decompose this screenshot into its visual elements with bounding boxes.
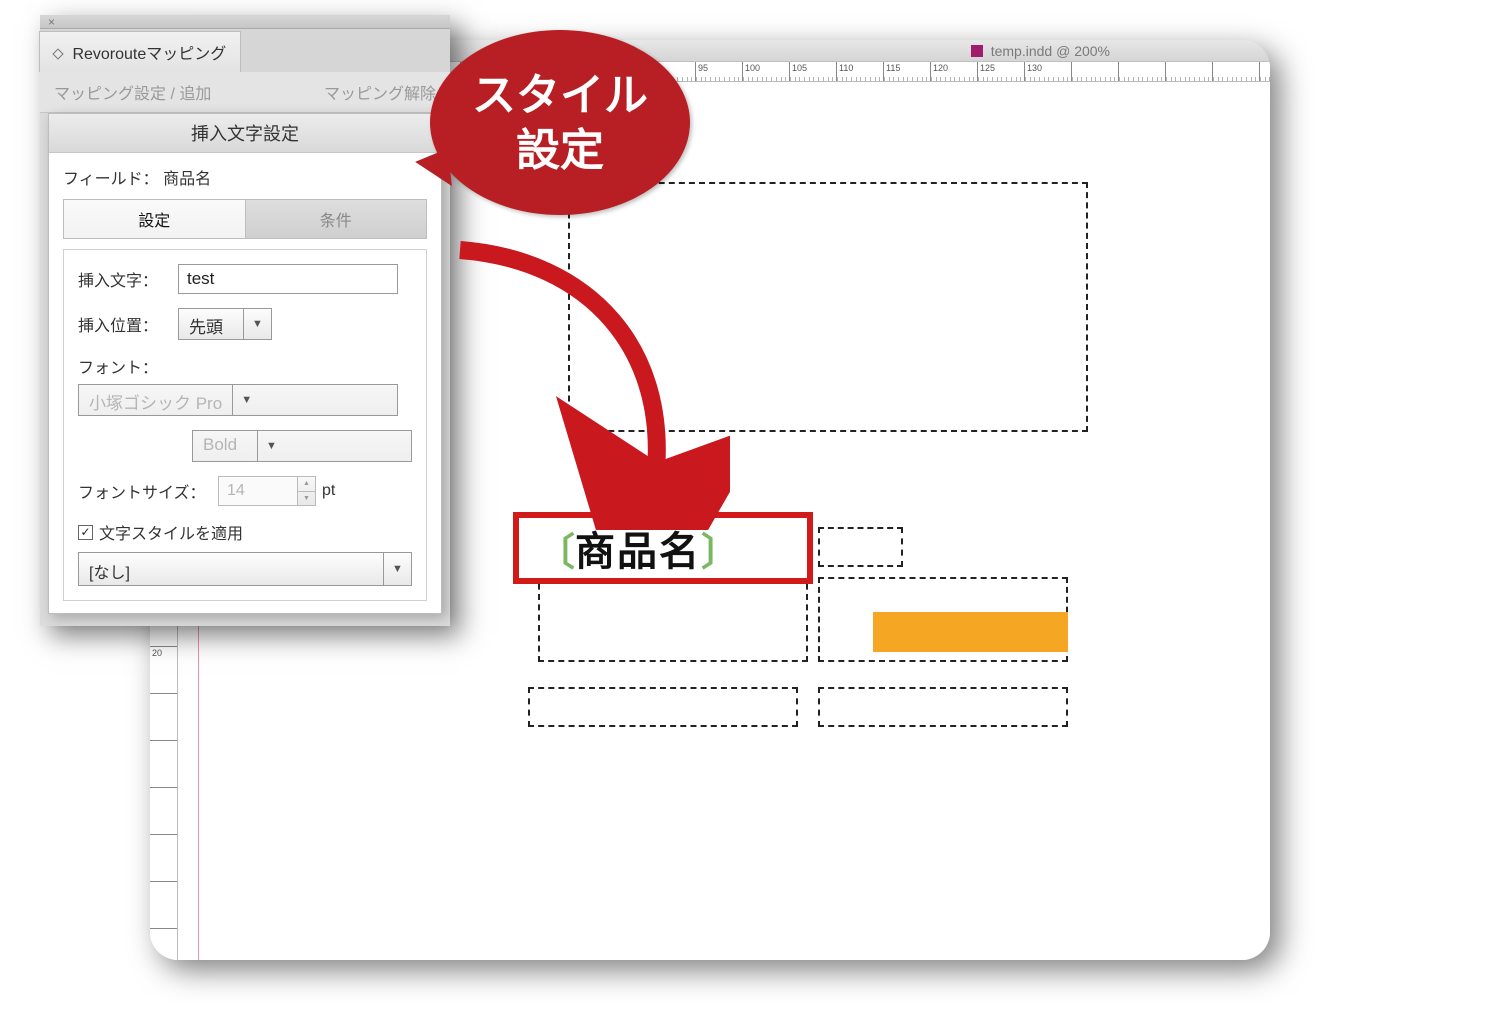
panel-menubar: マッピング設定 / 追加 マッピング解除 <box>40 72 450 113</box>
font-size-label: フォントサイズ： <box>78 479 218 503</box>
font-weight-select[interactable]: Bold ▼ <box>192 430 412 462</box>
font-size-stepper[interactable]: ▲▼ <box>298 476 316 506</box>
char-style-checkbox[interactable]: ✓ <box>78 525 93 540</box>
font-family-value: 小塚ゴシック Pro <box>79 385 232 415</box>
chevron-down-icon: ▼ <box>298 491 315 506</box>
chevron-up-icon: ▲ <box>298 477 315 491</box>
font-size-unit: pt <box>322 482 335 500</box>
insert-text-label: 挿入文字： <box>78 267 178 291</box>
tab-condition[interactable]: 条件 <box>245 200 427 238</box>
char-style-value: [なし] <box>79 553 383 585</box>
field-label: フィールド： <box>63 165 159 189</box>
field-highlight-product-name[interactable]: 〔 商品名 〕 <box>513 512 813 584</box>
document-title: temp.indd @ 200% <box>991 43 1110 59</box>
bracket-left-icon: 〔 <box>537 521 575 576</box>
text-frame[interactable] <box>528 687 798 727</box>
char-style-checkbox-label: 文字スタイルを適用 <box>99 520 243 544</box>
font-weight-row: Bold ▼ <box>78 430 412 462</box>
text-frame[interactable] <box>818 687 1068 727</box>
insert-position-select[interactable]: 先頭 ▼ <box>178 308 272 340</box>
chevron-down-icon: ▼ <box>383 553 411 585</box>
document-icon <box>971 45 983 57</box>
field-name-row: フィールド： 商品名 <box>63 165 427 189</box>
panel-tabstrip: Revorouteマッピング <box>40 29 450 72</box>
font-size-row: フォントサイズ： ▲▼ pt <box>78 476 412 506</box>
chevron-down-icon: ▼ <box>257 431 285 461</box>
font-family-select[interactable]: 小塚ゴシック Pro ▼ <box>78 384 398 416</box>
font-label: フォント： <box>78 354 158 378</box>
insert-text-input[interactable] <box>178 264 398 294</box>
text-frame[interactable] <box>818 527 903 567</box>
font-weight-value: Bold <box>193 431 257 461</box>
mapping-panel: × Revorouteマッピング マッピング設定 / 追加 マッピング解除 挿入… <box>40 15 450 626</box>
insert-position-row: 挿入位置： 先頭 ▼ <box>78 308 412 340</box>
insert-position-value: 先頭 <box>179 309 243 339</box>
text-frame[interactable] <box>568 182 1088 432</box>
color-swatch-block <box>873 612 1068 652</box>
menu-item-mapping-remove[interactable]: マッピング解除 <box>324 80 436 104</box>
char-style-checkbox-row: ✓ 文字スタイルを適用 <box>78 520 412 544</box>
panel-tab-label: Revorouteマッピング <box>72 46 226 63</box>
insert-char-settings-dialog: 挿入文字設定 フィールド： 商品名 設定 条件 挿入文字： 挿入位置： 先頭 <box>48 113 442 614</box>
chevron-down-icon: ▼ <box>232 385 260 415</box>
callout-text: スタイル 設定 <box>472 68 648 178</box>
menu-item-mapping-add[interactable]: マッピング設定 / 追加 <box>54 80 211 104</box>
chevron-down-icon: ▼ <box>243 309 271 339</box>
insert-text-row: 挿入文字： <box>78 264 412 294</box>
close-icon[interactable]: × <box>48 15 55 29</box>
diamond-icon <box>52 48 63 59</box>
panel-titlebar[interactable]: × <box>40 15 450 29</box>
field-value: 商品名 <box>163 165 211 189</box>
font-family-row: 小塚ゴシック Pro ▼ <box>78 384 412 416</box>
font-label-row: フォント： <box>78 354 412 378</box>
dialog-title: 挿入文字設定 <box>49 114 441 153</box>
inner-tabstrip: 設定 条件 <box>63 199 427 239</box>
char-style-select[interactable]: [なし] ▼ <box>78 552 412 586</box>
panel-tab-mapping[interactable]: Revorouteマッピング <box>39 31 241 72</box>
insert-position-label: 挿入位置： <box>78 312 178 336</box>
dialog-body: フィールド： 商品名 設定 条件 挿入文字： 挿入位置： 先頭 ▼ <box>49 153 441 613</box>
font-size-input[interactable] <box>218 476 298 506</box>
field-placeholder-label: 商品名 <box>575 519 701 577</box>
settings-form: 挿入文字： 挿入位置： 先頭 ▼ フォント： 小塚ゴシック Pro <box>63 249 427 601</box>
bracket-right-icon: 〕 <box>701 521 739 576</box>
tab-settings[interactable]: 設定 <box>64 200 245 238</box>
callout-bubble-style-settings: スタイル 設定 <box>430 30 690 215</box>
